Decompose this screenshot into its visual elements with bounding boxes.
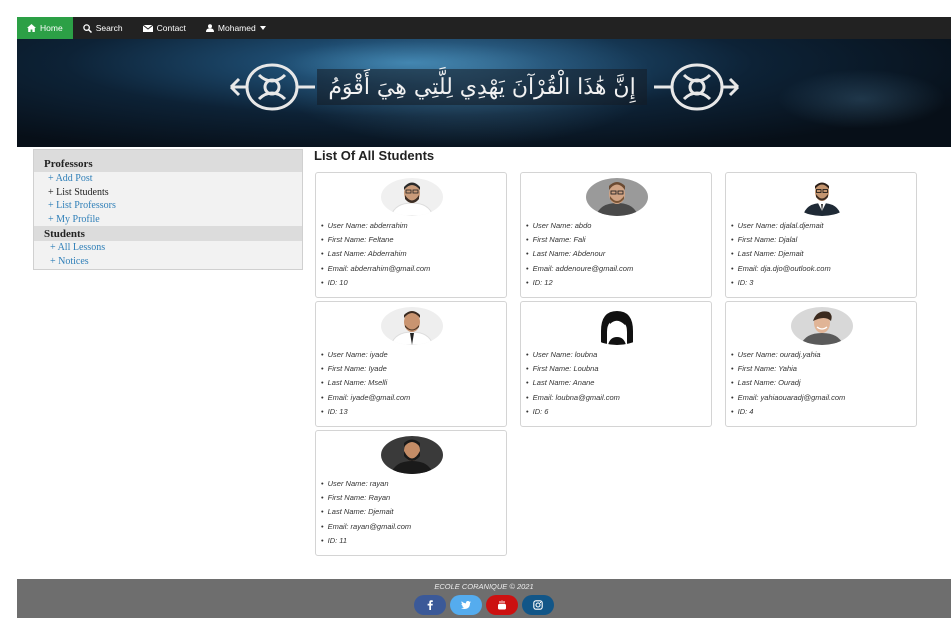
student-username: User Name: iyade bbox=[321, 348, 410, 362]
student-card: User Name: loubna First Name: Loubna Las… bbox=[520, 301, 712, 427]
sidebar-link-my-profile[interactable]: + My Profile bbox=[34, 213, 302, 227]
student-email: Email: yahiaouaradj@gmail.com bbox=[731, 391, 846, 405]
nav-user-label: Mohamed bbox=[217, 23, 256, 33]
search-icon bbox=[82, 23, 92, 33]
student-username: User Name: loubna bbox=[526, 348, 620, 362]
avatar bbox=[381, 178, 443, 216]
student-username: User Name: ouradj.yahia bbox=[731, 348, 845, 362]
avatar bbox=[586, 307, 648, 345]
student-id: ID: 3 bbox=[731, 276, 831, 290]
envelope-icon bbox=[142, 24, 153, 32]
student-id: ID: 6 bbox=[526, 405, 620, 419]
student-email: Email: rayan@gmail.com bbox=[321, 520, 411, 534]
student-first-name: First Name: Feltane bbox=[321, 233, 430, 247]
student-card: User Name: rayan First Name: Rayan Last … bbox=[315, 430, 507, 556]
nav-home-label: Home bbox=[40, 23, 63, 33]
sidebar-heading-students: Students bbox=[34, 226, 302, 241]
student-info: User Name: loubna First Name: Loubna Las… bbox=[526, 348, 620, 419]
student-first-name: First Name: Rayan bbox=[321, 491, 411, 505]
page: Home Search Contact Mohamed إِنَّ هَٰذَا… bbox=[17, 17, 951, 618]
navbar: Home Search Contact Mohamed bbox=[17, 17, 951, 39]
student-card: User Name: abderrahim First Name: Feltan… bbox=[315, 172, 507, 298]
student-last-name: Last Name: Mselli bbox=[321, 376, 410, 390]
student-last-name: Last Name: Abdenour bbox=[526, 247, 633, 261]
social-links bbox=[17, 595, 951, 615]
student-last-name: Last Name: Abderrahim bbox=[321, 247, 430, 261]
student-email: Email: abderrahim@gmail.com bbox=[321, 262, 431, 276]
sidebar-link-list-students[interactable]: + List Students bbox=[34, 186, 302, 200]
avatar bbox=[791, 307, 853, 345]
avatar bbox=[586, 178, 648, 216]
student-info: User Name: abdo First Name: Fali Last Na… bbox=[526, 219, 634, 290]
student-id: ID: 4 bbox=[731, 405, 845, 419]
student-card: User Name: ouradj.yahia First Name: Yahi… bbox=[725, 301, 917, 427]
avatar bbox=[381, 307, 443, 345]
student-email: Email: loubna@gmail.com bbox=[526, 391, 620, 405]
sidebar-link-add-post[interactable]: + Add Post bbox=[34, 172, 302, 186]
user-icon bbox=[205, 24, 214, 32]
ornament-right-icon bbox=[654, 63, 740, 111]
student-id: ID: 11 bbox=[321, 534, 411, 548]
avatar bbox=[381, 436, 443, 474]
sidebar-link-all-lessons[interactable]: + All Lessons bbox=[34, 241, 302, 255]
student-last-name: Last Name: Djemait bbox=[731, 247, 831, 261]
nav-contact-label: Contact bbox=[156, 23, 186, 33]
instagram-icon[interactable] bbox=[522, 595, 554, 615]
student-first-name: First Name: Djalal bbox=[731, 233, 831, 247]
banner-verse: إِنَّ هَٰذَا الْقُرْآنَ يَهْدِي لِلَّتِي… bbox=[317, 69, 647, 105]
footer-copyright: ECOLE CORANIQUE © 2021 bbox=[434, 582, 534, 591]
student-username: User Name: abderrahim bbox=[321, 219, 430, 233]
avatar bbox=[791, 178, 853, 216]
sidebar: Professors + Add Post + List Students + … bbox=[33, 149, 303, 270]
sidebar-link-list-professors[interactable]: + List Professors bbox=[34, 199, 302, 213]
nav-contact[interactable]: Contact bbox=[133, 17, 196, 39]
student-email: Email: addenoure@gmail.com bbox=[526, 262, 634, 276]
student-username: User Name: rayan bbox=[321, 477, 411, 491]
student-card: User Name: abdo First Name: Fali Last Na… bbox=[520, 172, 712, 298]
student-first-name: First Name: Fali bbox=[526, 233, 633, 247]
nav-user-menu[interactable]: Mohamed bbox=[196, 17, 276, 39]
student-last-name: Last Name: Ouradj bbox=[731, 376, 845, 390]
ornament-left-icon bbox=[229, 63, 315, 111]
student-first-name: First Name: Loubna bbox=[526, 362, 620, 376]
nav-search[interactable]: Search bbox=[73, 17, 133, 39]
student-info: User Name: iyade First Name: Iyade Last … bbox=[321, 348, 411, 419]
student-card: User Name: djalal.djemait First Name: Dj… bbox=[725, 172, 917, 298]
student-last-name: Last Name: Djemait bbox=[321, 505, 411, 519]
twitter-icon[interactable] bbox=[450, 595, 482, 615]
student-info: User Name: ouradj.yahia First Name: Yahi… bbox=[731, 348, 846, 419]
student-info: User Name: rayan First Name: Rayan Last … bbox=[321, 477, 411, 548]
student-id: ID: 12 bbox=[526, 276, 633, 290]
student-id: ID: 13 bbox=[321, 405, 410, 419]
nav-search-label: Search bbox=[95, 23, 123, 33]
student-first-name: First Name: Yahia bbox=[731, 362, 845, 376]
student-first-name: First Name: Iyade bbox=[321, 362, 410, 376]
student-username: User Name: djalal.djemait bbox=[731, 219, 831, 233]
student-last-name: Last Name: Anane bbox=[526, 376, 620, 390]
facebook-icon[interactable] bbox=[414, 595, 446, 615]
student-username: User Name: abdo bbox=[526, 219, 633, 233]
student-email: Email: iyade@gmail.com bbox=[321, 391, 411, 405]
student-email: Email: dja.djo@outlook.com bbox=[731, 262, 831, 276]
youtube-icon[interactable] bbox=[486, 595, 518, 615]
student-card: User Name: iyade First Name: Iyade Last … bbox=[315, 301, 507, 427]
nav-home[interactable]: Home bbox=[17, 17, 73, 39]
footer: ECOLE CORANIQUE © 2021 bbox=[17, 579, 951, 618]
sidebar-heading-professors: Professors bbox=[34, 150, 302, 172]
page-title: List Of All Students bbox=[314, 148, 435, 163]
banner: إِنَّ هَٰذَا الْقُرْآنَ يَهْدِي لِلَّتِي… bbox=[17, 39, 951, 147]
caret-down-icon bbox=[259, 26, 266, 30]
student-id: ID: 10 bbox=[321, 276, 430, 290]
student-info: User Name: abderrahim First Name: Feltan… bbox=[321, 219, 431, 290]
student-info: User Name: djalal.djemait First Name: Dj… bbox=[731, 219, 831, 290]
sidebar-link-notices[interactable]: + Notices bbox=[34, 255, 302, 269]
home-icon bbox=[27, 24, 36, 32]
